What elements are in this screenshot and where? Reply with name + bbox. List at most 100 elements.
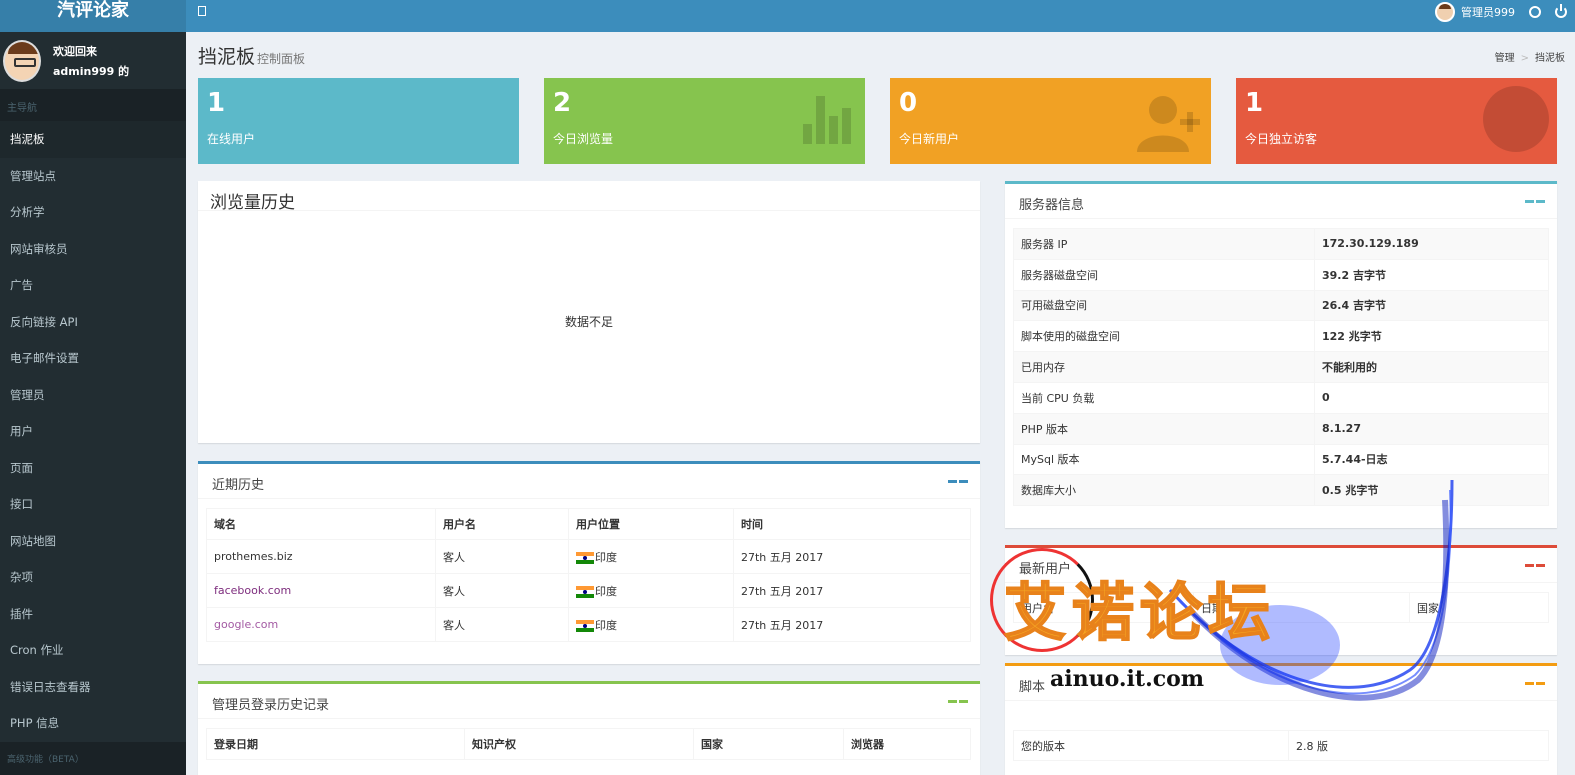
sidebar-toggle-icon[interactable] xyxy=(198,6,206,16)
breadcrumb: 管理 > 挡泥板 xyxy=(1494,53,1565,64)
india-flag-icon xyxy=(576,585,594,598)
column-header: 域名 xyxy=(206,508,436,540)
stat-unique-visitors-today: 1 今日独立访客 xyxy=(1236,78,1557,164)
sidebar-item-users[interactable]: 用户 xyxy=(0,413,186,450)
india-flag-icon xyxy=(576,619,594,632)
latest-users-box: 最新用户 用户名 日期 国家 xyxy=(1005,545,1557,655)
box-title: 脚本 xyxy=(1005,666,1557,701)
stat-label: 今日独立访客 xyxy=(1245,132,1318,146)
sidebar-username: admin999 的 xyxy=(53,65,130,78)
stat-new-users-today: 0 今日新用户 xyxy=(890,78,1211,164)
page-title: 挡泥板 控制面板 xyxy=(198,46,306,68)
sidebar-item-cron-jobs[interactable]: Cron 作业 xyxy=(0,632,186,669)
collapse-icon[interactable] xyxy=(948,480,968,483)
collapse-icon[interactable] xyxy=(1525,200,1545,203)
table-row: 脚本使用的磁盘空间 122 兆字节 xyxy=(1013,320,1549,353)
collapse-icon[interactable] xyxy=(1525,682,1545,685)
breadcrumb-admin[interactable]: 管理 xyxy=(1495,53,1515,64)
sidebar-menu: 挡泥板 管理站点 分析学 网站审核员 广告 反向链接 API 电子邮件设置 管理… xyxy=(0,121,186,742)
power-icon[interactable] xyxy=(1555,4,1567,18)
table-row: 数据库大小 0.5 兆字节 xyxy=(1013,474,1549,507)
sidebar-item-site-auditor[interactable]: 网站审核员 xyxy=(0,231,186,268)
box-title: 近期历史 xyxy=(198,464,980,499)
sidebar-item-plugins[interactable]: 插件 xyxy=(0,596,186,633)
nav-footer-advanced: 高级功能（BETA） xyxy=(0,742,186,775)
sidebar-item-sitemap[interactable]: 网站地图 xyxy=(0,523,186,560)
bar-chart-icon xyxy=(803,96,855,144)
admin-login-history-box: 管理员登录历史记录 登录日期 知识产权 国家 浏览器 xyxy=(198,681,980,775)
server-info-table: 服务器 IP 172.30.129.189 服务器磁盘空间 39.2 吉字节 可用磁… xyxy=(1013,228,1549,507)
table-row: 您的版本 2.8 版 xyxy=(1013,730,1549,761)
box-title: 浏览量历史 xyxy=(198,181,980,213)
column-header: 登录日期 xyxy=(206,728,465,760)
recent-history-box: 近期历史 域名 用户名 用户位置 时间 prothemes.biz 客人 印度 … xyxy=(198,461,980,664)
sidebar-item-misc[interactable]: 杂项 xyxy=(0,559,186,596)
pie-chart-icon xyxy=(1483,86,1549,152)
column-header: 国家 xyxy=(693,728,844,760)
welcome-text: 欢迎回来 xyxy=(53,45,97,58)
admin-login-table: 登录日期 知识产权 国家 浏览器 xyxy=(206,728,971,760)
column-header: 用户名 xyxy=(435,508,569,540)
server-info-box: 服务器信息 服务器 IP 172.30.129.189 服务器磁盘空间 39.2 吉… xyxy=(1005,181,1557,528)
sidebar-item-ads[interactable]: 广告 xyxy=(0,267,186,304)
script-info-table: 您的版本 2.8 版 xyxy=(1013,730,1549,761)
latest-users-table: 用户名 日期 国家 xyxy=(1013,592,1549,623)
user-plus-icon xyxy=(1137,96,1200,152)
top-navbar: 管理员999 xyxy=(186,0,1575,32)
user-panel: 欢迎回来 admin999 的 xyxy=(0,32,186,89)
stat-value: 1 xyxy=(1245,88,1264,118)
recent-history-table: 域名 用户名 用户位置 时间 prothemes.biz 客人 印度 27th … xyxy=(206,508,971,642)
sidebar-item-php-info[interactable]: PHP 信息 xyxy=(0,705,186,742)
sidebar-item-manage-sites[interactable]: 管理站点 xyxy=(0,158,186,195)
table-row: PHP 版本 8.1.27 xyxy=(1013,412,1549,445)
table-row: 当前 CPU 负载 0 xyxy=(1013,381,1549,414)
table-row: google.com 客人 印度 27th 五月 2017 xyxy=(206,607,971,642)
stat-label: 今日浏览量 xyxy=(553,132,614,146)
column-header: 时间 xyxy=(733,508,971,540)
stat-pageviews-today: 2 今日浏览量 xyxy=(544,78,865,164)
stat-label: 在线用户 xyxy=(207,132,256,146)
column-header: 用户名 xyxy=(1013,592,1194,623)
table-row: 服务器磁盘空间 39.2 吉字节 xyxy=(1013,258,1549,291)
sidebar-item-backlink-api[interactable]: 反向链接 API xyxy=(0,304,186,341)
stat-online-users: 1 在线用户 xyxy=(198,78,519,164)
pageview-history-box: 浏览量历史 数据不足 xyxy=(198,181,980,443)
column-header: 用户位置 xyxy=(568,508,734,540)
sidebar-item-analytics[interactable]: 分析学 xyxy=(0,194,186,231)
script-info-box: 脚本 您的版本 2.8 版 xyxy=(1005,663,1557,775)
column-header: 国家 xyxy=(1409,592,1549,623)
collapse-icon[interactable] xyxy=(1525,564,1545,567)
sidebar-item-error-log[interactable]: 错误日志查看器 xyxy=(0,669,186,706)
sidebar-item-dashboard[interactable]: 挡泥板 xyxy=(0,121,186,158)
domain-link[interactable]: google.com xyxy=(206,607,436,642)
globe-icon[interactable] xyxy=(1529,6,1541,18)
sidebar-item-email-settings[interactable]: 电子邮件设置 xyxy=(0,340,186,377)
table-row: prothemes.biz 客人 印度 27th 五月 2017 xyxy=(206,539,971,574)
domain-cell[interactable]: prothemes.biz xyxy=(206,539,436,574)
sidebar-item-pages[interactable]: 页面 xyxy=(0,450,186,487)
collapse-icon[interactable] xyxy=(948,700,968,703)
india-flag-icon xyxy=(576,551,594,564)
domain-link[interactable]: facebook.com xyxy=(206,573,436,608)
username: 管理员999 xyxy=(1461,6,1515,19)
stat-label: 今日新用户 xyxy=(899,132,960,146)
stat-value: 1 xyxy=(207,88,226,118)
page-subtitle: 控制面板 xyxy=(257,52,306,66)
column-header: 知识产权 xyxy=(464,728,694,760)
table-row: 可用磁盘空间 26.4 吉字节 xyxy=(1013,289,1549,322)
stat-value: 0 xyxy=(899,88,918,118)
sidebar-item-interface[interactable]: 接口 xyxy=(0,486,186,523)
nav-header: 主导航 xyxy=(0,89,186,121)
sidebar-item-admins[interactable]: 管理员 xyxy=(0,377,186,414)
app-logo[interactable]: 汽评论家 xyxy=(0,0,186,32)
box-title: 最新用户 xyxy=(1005,548,1557,583)
breadcrumb-current: 挡泥板 xyxy=(1535,53,1565,64)
avatar xyxy=(3,40,41,82)
table-row: 服务器 IP 172.30.129.189 xyxy=(1013,228,1549,260)
avatar xyxy=(1435,2,1455,22)
table-row: 已用内存 不能利用的 xyxy=(1013,351,1549,383)
box-title: 服务器信息 xyxy=(1005,184,1557,219)
user-menu[interactable]: 管理员999 xyxy=(1435,2,1515,22)
sidebar: 欢迎回来 admin999 的 主导航 挡泥板 管理站点 分析学 网站审核员 广… xyxy=(0,32,186,775)
box-title: 管理员登录历史记录 xyxy=(198,684,980,719)
